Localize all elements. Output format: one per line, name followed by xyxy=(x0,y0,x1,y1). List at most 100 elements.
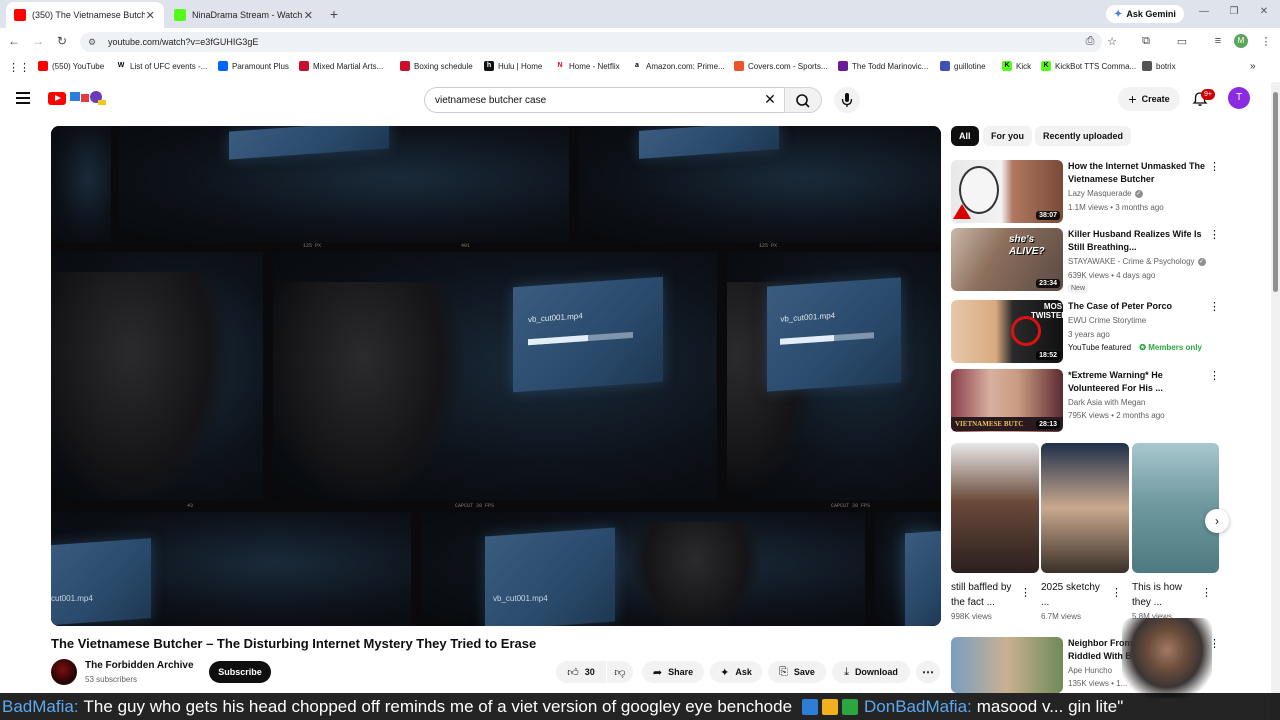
reload-icon[interactable]: ↻ xyxy=(54,34,70,48)
recommendation-item[interactable]: VIETNAMESE BUTC 28:13 *Extreme Warning* … xyxy=(951,369,1221,433)
site-info-icon[interactable]: ⚙ xyxy=(88,37,100,48)
chip-recently-uploaded[interactable]: Recently uploaded xyxy=(1035,126,1132,146)
short-thumbnail[interactable] xyxy=(951,443,1039,573)
more-vert-icon[interactable]: ⋮ xyxy=(1111,586,1122,599)
netflix-icon: N xyxy=(555,61,565,71)
video-thumbnail[interactable] xyxy=(951,637,1063,693)
bookmark-covers[interactable]: Covers.com - Sports... xyxy=(734,61,828,71)
bookmark-guillotine[interactable]: guillotine xyxy=(940,61,986,71)
account-avatar[interactable]: T xyxy=(1228,87,1250,109)
tab-search-icon[interactable]: ▭ xyxy=(1174,35,1190,48)
more-actions-button[interactable]: ⋯ xyxy=(916,661,940,683)
video-thumbnail[interactable]: 38:07 xyxy=(951,160,1063,223)
channel-name[interactable]: The Forbidden Archive xyxy=(85,660,194,671)
search-button[interactable] xyxy=(784,87,822,113)
youtube-doodle-icon[interactable] xyxy=(68,89,108,107)
verified-check-icon: ✓ xyxy=(1134,189,1143,198)
restore-icon[interactable]: ❐ xyxy=(1226,6,1242,17)
short-title[interactable]: This is how they ... xyxy=(1132,580,1198,610)
clear-search-icon[interactable]: ✕ xyxy=(762,91,778,108)
video-player[interactable]: 125 PX 401 125 PX vb_cut001.mp4 vb_cut00… xyxy=(51,126,941,626)
video-thumbnail[interactable]: MOSTTWISTED 18:52 xyxy=(951,300,1063,363)
bookmark-todd[interactable]: The Todd Marinovic... xyxy=(838,61,928,71)
new-tab-icon[interactable]: + xyxy=(326,6,342,22)
bookmark-boxing[interactable]: Boxing schedule xyxy=(400,61,473,71)
more-vert-icon[interactable]: ⋮ xyxy=(1209,371,1220,382)
more-vert-icon[interactable]: ⋮ xyxy=(1209,302,1220,313)
shorts-next-button[interactable]: › xyxy=(1205,509,1229,533)
media-controls-icon[interactable]: ≡ xyxy=(1210,35,1226,47)
install-app-icon[interactable]: ⎙ xyxy=(1082,35,1098,48)
bookmark-icon: ⎘ xyxy=(779,665,788,678)
warning-icon xyxy=(953,204,971,219)
channel-avatar[interactable] xyxy=(51,659,77,685)
ask-gemini-button[interactable]: ✦ Ask Gemini xyxy=(1106,5,1184,23)
bookmark-mma[interactable]: Mixed Martial Arts... xyxy=(299,61,383,71)
apps-grid-icon[interactable]: ⋮⋮ xyxy=(8,61,30,74)
film-label: 43 xyxy=(187,503,194,509)
more-vert-icon[interactable]: ⋮ xyxy=(1258,35,1274,48)
search-query: vietnamese butcher case xyxy=(435,94,547,106)
download-button[interactable]: ⤓ Download xyxy=(832,661,910,683)
youtube-favicon-icon xyxy=(14,9,26,21)
create-button[interactable]: + Create xyxy=(1118,87,1180,111)
extensions-icon[interactable]: ⧉ xyxy=(1138,35,1154,48)
chip-for-you[interactable]: For you xyxy=(983,126,1032,146)
back-arrow-icon[interactable]: ← xyxy=(6,34,22,48)
paramount-icon xyxy=(218,61,228,71)
notification-count-badge: 9+ xyxy=(1201,89,1215,100)
bookmark-amazon[interactable]: a Amazon.com: Prime... xyxy=(632,61,725,71)
bookmark-hulu[interactable]: h Hulu | Home xyxy=(484,61,542,71)
share-button[interactable]: ➦ Share xyxy=(642,661,704,683)
dislike-button[interactable]: 👎︎ xyxy=(607,661,633,683)
more-vert-icon[interactable]: ⋮ xyxy=(1209,162,1220,173)
duration-badge: 28:13 xyxy=(1036,420,1060,429)
bookmark-star-icon[interactable]: ☆ xyxy=(1104,35,1120,48)
youtube-logo-icon[interactable] xyxy=(48,92,66,105)
recommendation-item[interactable]: 38:07 How the Internet Unmasked The Viet… xyxy=(951,160,1221,224)
window-close-icon[interactable]: ✕ xyxy=(1256,6,1272,17)
tab-kick[interactable]: NinaDrama Stream - Watch Live ✕ xyxy=(166,2,322,28)
chip-all[interactable]: All xyxy=(951,126,979,146)
profile-avatar[interactable]: M xyxy=(1234,34,1248,48)
search-icon xyxy=(796,94,810,108)
bookmark-botrix[interactable]: botrix xyxy=(1142,61,1176,71)
subscribe-button[interactable]: Subscribe xyxy=(209,661,271,683)
menu-icon[interactable] xyxy=(16,92,30,104)
bookmark-kick[interactable]: K Kick xyxy=(1002,61,1031,71)
ask-button[interactable]: ✦ Ask xyxy=(710,661,762,683)
short-views: 998K views xyxy=(951,612,992,621)
bookmark-ufc-events[interactable]: W List of UFC events -... xyxy=(116,61,207,71)
members-star-icon: ✪ xyxy=(1139,343,1146,352)
bookmark-netflix[interactable]: N Home - Netflix xyxy=(555,61,620,71)
bookmark-youtube[interactable]: (550) YouTube xyxy=(38,61,104,71)
more-vert-icon[interactable]: ⋮ xyxy=(1020,586,1031,599)
short-title[interactable]: 2025 sketchy ... xyxy=(1041,580,1107,610)
short-thumbnail[interactable] xyxy=(1132,443,1219,573)
rec-meta: 795K views • 2 months ago xyxy=(1068,411,1165,420)
short-thumbnail[interactable] xyxy=(1041,443,1129,573)
forward-arrow-icon[interactable]: → xyxy=(30,34,46,48)
more-bookmarks-icon[interactable]: » xyxy=(1250,61,1256,72)
recommendation-item[interactable]: she's ALIVE? 23:34 Killer Husband Realize… xyxy=(951,228,1221,293)
rec-meta: 1.1M views • 3 months ago xyxy=(1068,203,1164,212)
hulu-icon: h xyxy=(484,61,494,71)
scrollbar-thumb[interactable] xyxy=(1273,92,1278,292)
address-bar[interactable]: ⚙ youtube.com/watch?v=e3fGUHIG3gE xyxy=(80,32,1102,52)
close-icon[interactable]: ✕ xyxy=(145,9,156,22)
close-icon[interactable]: ✕ xyxy=(303,9,314,22)
like-button[interactable]: 👍︎ 30 xyxy=(556,661,606,683)
more-vert-icon[interactable]: ⋮ xyxy=(1209,230,1220,241)
recommendation-item[interactable]: MOSTTWISTED 18:52 The Case of Peter Porc… xyxy=(951,300,1221,364)
search-input[interactable]: vietnamese butcher case xyxy=(424,87,784,113)
more-vert-icon[interactable]: ⋮ xyxy=(1201,586,1212,599)
bookmark-paramount[interactable]: Paramount Plus xyxy=(218,61,289,71)
bookmark-kickbot[interactable]: K KickBot TTS Comma... xyxy=(1041,61,1136,71)
voice-search-button[interactable] xyxy=(834,87,860,113)
short-title[interactable]: still baffled by the fact ... xyxy=(951,580,1017,610)
video-thumbnail[interactable]: VIETNAMESE BUTC 28:13 xyxy=(951,369,1063,432)
save-button[interactable]: ⎘ Save xyxy=(768,661,826,683)
tab-youtube[interactable]: (350) The Vietnamese Butcher ✕ xyxy=(6,2,164,28)
minimize-icon[interactable]: — xyxy=(1196,6,1212,17)
video-thumbnail[interactable]: she's ALIVE? 23:34 xyxy=(951,228,1063,291)
